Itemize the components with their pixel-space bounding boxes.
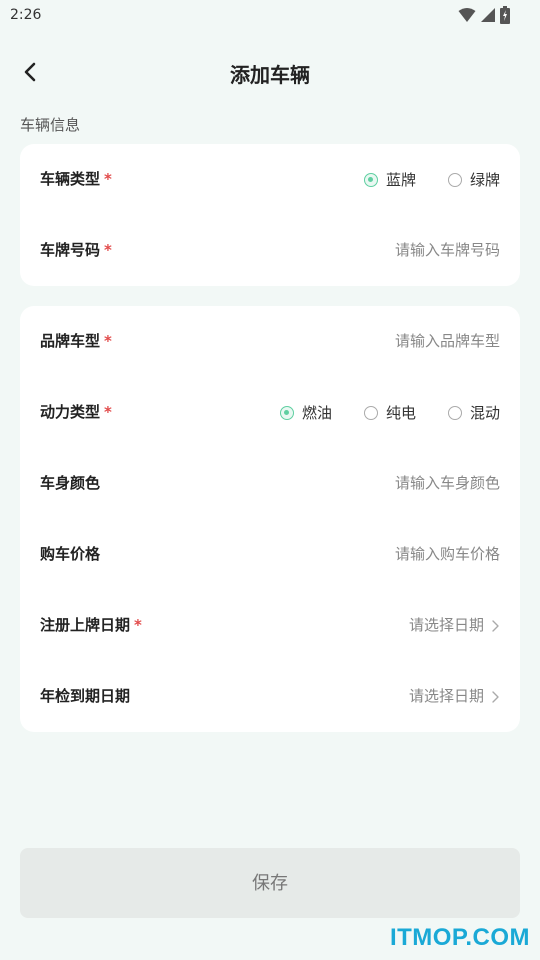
status-time: 2:26	[10, 7, 42, 23]
plate-number-label: 车牌号码 *	[40, 241, 112, 259]
required-mark: *	[104, 403, 112, 421]
battery-icon	[500, 6, 510, 24]
plate-number-row: 车牌号码 *	[20, 215, 520, 286]
inspection-date-label: 年检到期日期	[40, 687, 131, 705]
required-mark: *	[104, 170, 112, 188]
inspection-date-row: 年检到期日期 请选择日期	[20, 661, 520, 732]
radio-hybrid[interactable]: 混动	[447, 402, 500, 423]
chevron-right-icon	[492, 690, 499, 703]
vehicle-type-row: 车辆类型 * 蓝牌 绿牌	[20, 144, 520, 215]
purchase-price-label: 购车价格	[40, 545, 101, 563]
required-mark: *	[134, 616, 142, 634]
vehicle-info-card: 车辆类型 * 蓝牌 绿牌 车牌号码 *	[20, 144, 520, 286]
radio-unchecked-icon	[447, 172, 462, 187]
vehicle-type-label: 车辆类型 *	[40, 170, 112, 188]
radio-checked-icon	[363, 172, 378, 187]
body-color-row: 车身颜色	[20, 448, 520, 519]
radio-fuel[interactable]: 燃油	[279, 402, 332, 423]
wifi-icon	[458, 8, 476, 22]
registration-date-row: 注册上牌日期 * 请选择日期	[20, 590, 520, 661]
inspection-date-picker[interactable]: 请选择日期	[409, 661, 500, 732]
section-label: 车辆信息	[20, 116, 81, 134]
power-type-radio-group: 燃油 纯电 混动	[279, 377, 500, 448]
page-title: 添加车辆	[230, 63, 310, 87]
radio-electric[interactable]: 纯电	[363, 402, 416, 423]
radio-unchecked-icon	[363, 405, 378, 420]
body-color-input[interactable]	[280, 470, 500, 496]
radio-checked-icon	[279, 405, 294, 420]
registration-date-picker[interactable]: 请选择日期	[409, 590, 500, 661]
watermark-logo: ITMOP.COM	[389, 924, 530, 951]
registration-date-label: 注册上牌日期 *	[40, 616, 142, 634]
required-mark: *	[104, 241, 112, 259]
vehicle-details-card: 品牌车型* 动力类型* 燃油 纯电 混动 车身颜色	[20, 306, 520, 732]
brand-model-label: 品牌车型 *	[40, 332, 112, 350]
nav-bar: 添加车辆	[0, 40, 540, 104]
status-icons	[458, 6, 510, 24]
brand-model-row: 品牌车型 *	[20, 306, 520, 377]
radio-green-plate[interactable]: 绿牌	[447, 169, 500, 190]
save-button[interactable]: 保存	[20, 848, 520, 918]
purchase-price-input[interactable]	[280, 541, 500, 567]
purchase-price-row: 购车价格	[20, 519, 520, 590]
body-color-label: 车身颜色	[40, 474, 101, 492]
brand-model-input[interactable]	[280, 328, 500, 354]
power-type-label: 动力类型 *	[40, 403, 112, 421]
signal-icon	[481, 8, 495, 22]
chevron-right-icon	[492, 619, 499, 632]
radio-unchecked-icon	[447, 405, 462, 420]
vehicle-type-radio-group: 蓝牌 绿牌	[363, 144, 500, 215]
radio-blue-plate[interactable]: 蓝牌	[363, 169, 416, 190]
plate-number-input[interactable]	[280, 237, 500, 263]
required-mark: *	[104, 332, 112, 350]
power-type-row: 动力类型 * 燃油 纯电 混动	[20, 377, 520, 448]
status-bar: 2:26	[0, 0, 540, 32]
